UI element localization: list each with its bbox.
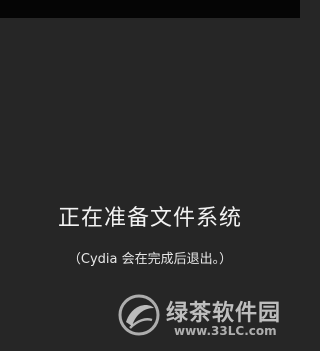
watermark-name: 绿茶软件园: [166, 301, 282, 326]
leaf-swirl-logo-icon: [118, 294, 160, 336]
status-bar: [0, 0, 300, 18]
watermark-url: www.33LC.com: [174, 324, 277, 338]
preparing-filesystem-title: 正在准备文件系统: [57, 206, 242, 231]
site-watermark: 绿茶软件园 www.33LC.com: [110, 290, 300, 350]
cydia-exit-note: （Cydia 会在完成后退出。）: [67, 252, 233, 267]
loading-screen: 正在准备文件系统 （Cydia 会在完成后退出。） 绿茶软件园 www.33LC…: [0, 0, 300, 351]
